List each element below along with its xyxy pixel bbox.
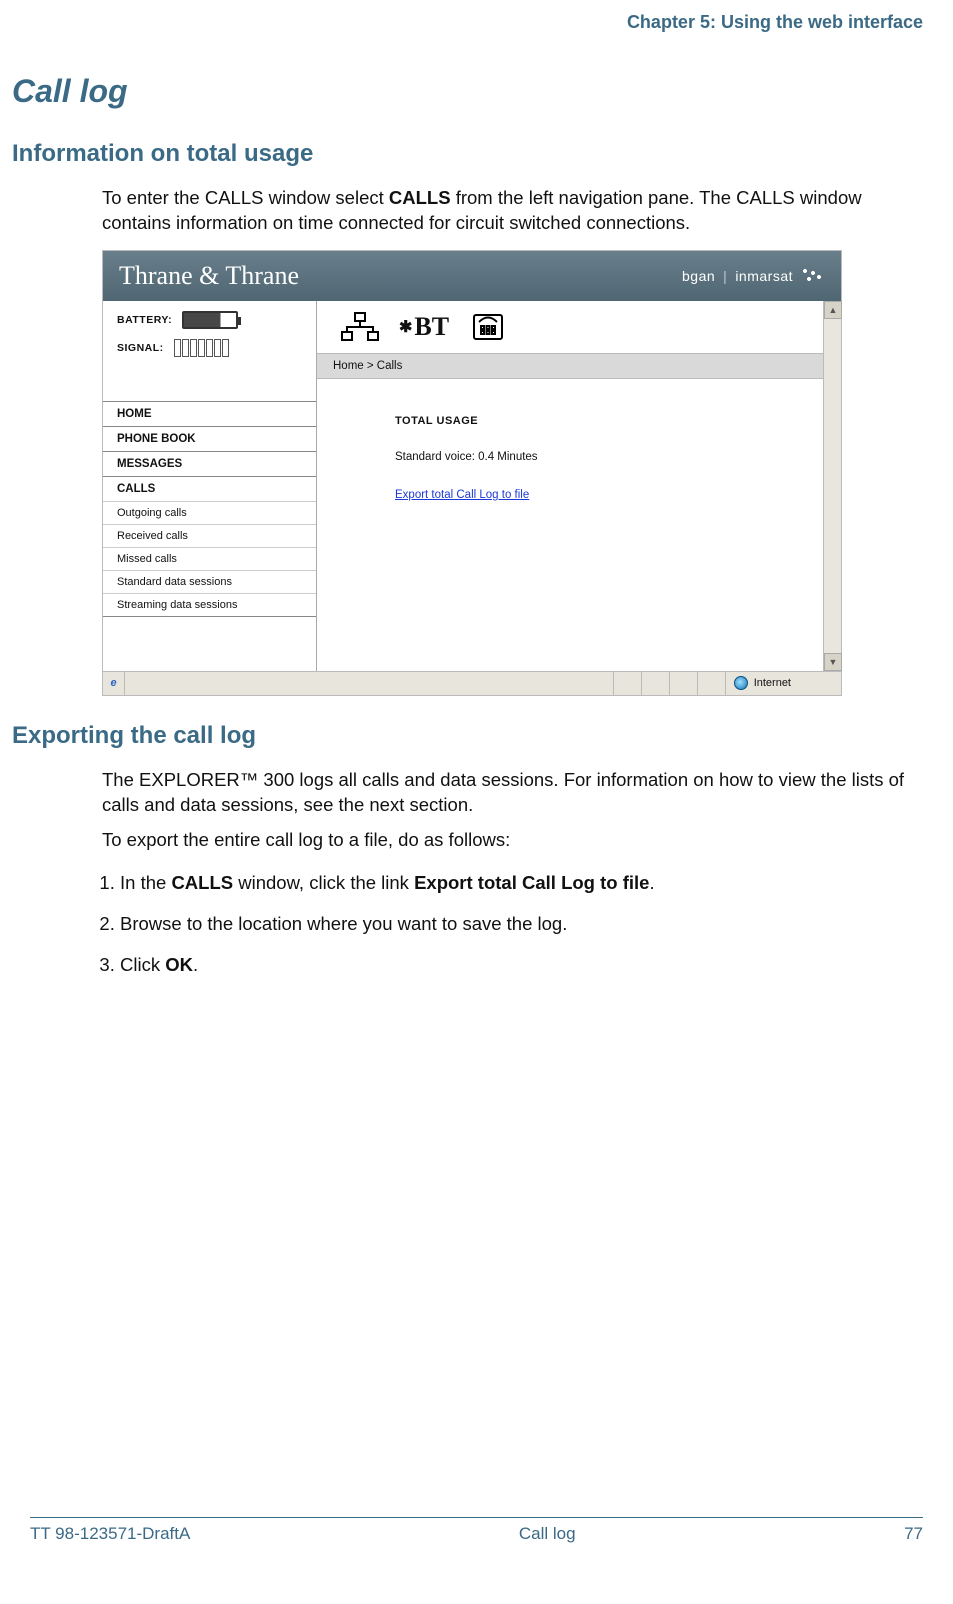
step-1: In the CALLS window, click the link Expo…: [120, 863, 923, 904]
nav-sub-std-data[interactable]: Standard data sessions: [103, 570, 316, 593]
inmarsat-icon: [801, 267, 825, 285]
brand-right-b: inmarsat: [735, 268, 793, 284]
intro-paragraph: To enter the CALLS window select CALLS f…: [102, 186, 923, 236]
lan-icon[interactable]: [337, 309, 383, 345]
content-area: TOTAL USAGE Standard voice: 0.4 Minutes …: [317, 379, 841, 671]
section-title: Call log: [12, 73, 923, 110]
chapter-header: Chapter 5: Using the web interface: [30, 12, 923, 33]
status-block: BATTERY: SIGNAL:: [103, 301, 316, 367]
browser-statusbar: e Internet: [103, 671, 841, 695]
connection-icons-row: ✱BT: [317, 301, 841, 353]
brand-right-a: bgan: [682, 268, 715, 284]
nav-group: HOME PHONE BOOK MESSAGES CALLS Outgoing …: [103, 401, 316, 617]
sidebar: BATTERY: SIGNAL: HOME PHONE BOOK MESSAGE…: [103, 301, 317, 671]
subsection-2-title: Exporting the call log: [12, 722, 923, 750]
status-cell: [641, 672, 669, 695]
footer-left: TT 98-123571-DraftA: [30, 1524, 190, 1544]
scroll-down-icon[interactable]: ▼: [824, 653, 842, 671]
intro-pre: To enter the CALLS window select: [102, 187, 389, 208]
export-block: The EXPLORER™ 300 logs all calls and dat…: [102, 768, 923, 986]
titlebar: Thrane & Thrane bgan | inmarsat: [103, 251, 841, 301]
battery-icon: [182, 311, 238, 329]
phone-icon[interactable]: [465, 309, 511, 345]
breadcrumb: Home > Calls: [317, 353, 841, 379]
subsection-1-title: Information on total usage: [12, 140, 923, 168]
web-ui-screenshot: Thrane & Thrane bgan | inmarsat BATTERY:…: [102, 250, 842, 696]
nav-home[interactable]: HOME: [103, 401, 316, 426]
scroll-up-icon[interactable]: ▲: [824, 301, 842, 319]
status-cell: [669, 672, 697, 695]
nav-sub-stream-data[interactable]: Streaming data sessions: [103, 593, 316, 616]
ie-icon: e: [103, 672, 125, 695]
usage-row: Standard voice: 0.4 Minutes: [395, 451, 841, 463]
page-footer: TT 98-123571-DraftA Call log 77: [30, 1517, 923, 1544]
content-title: TOTAL USAGE: [395, 415, 841, 427]
footer-center: Call log: [519, 1524, 576, 1544]
bt-icon[interactable]: ✱BT: [401, 309, 447, 345]
steps-list: In the CALLS window, click the link Expo…: [102, 863, 923, 986]
brand-right: bgan | inmarsat: [682, 267, 825, 285]
nav-sub-missed[interactable]: Missed calls: [103, 547, 316, 570]
export-link[interactable]: Export total Call Log to file: [395, 489, 529, 501]
intro-paragraph-block: To enter the CALLS window select CALLS f…: [102, 186, 923, 236]
nav-phonebook[interactable]: PHONE BOOK: [103, 426, 316, 451]
battery-row: BATTERY:: [117, 311, 302, 329]
status-cell: [613, 672, 641, 695]
para-2: The EXPLORER™ 300 logs all calls and dat…: [102, 768, 923, 818]
intro-bold: CALLS: [389, 187, 451, 208]
manual-page: Chapter 5: Using the web interface Call …: [0, 0, 953, 1560]
signal-label: SIGNAL:: [117, 342, 164, 354]
nav-sub-outgoing[interactable]: Outgoing calls: [103, 501, 316, 524]
para-3: To export the entire call log to a file,…: [102, 828, 923, 853]
footer-right: 77: [904, 1524, 923, 1544]
battery-label: BATTERY:: [117, 314, 172, 326]
nav-messages[interactable]: MESSAGES: [103, 451, 316, 476]
scrollbar[interactable]: ▲ ▼: [823, 301, 841, 671]
signal-icon: [174, 339, 229, 357]
signal-row: SIGNAL:: [117, 339, 302, 357]
nav-sub-received[interactable]: Received calls: [103, 524, 316, 547]
security-zone: Internet: [725, 672, 841, 695]
globe-icon: [734, 676, 748, 690]
step-2: Browse to the location where you want to…: [120, 904, 923, 945]
main-pane: ✱BT Home > Calls TOTAL USAGE Standa: [317, 301, 841, 671]
nav-calls[interactable]: CALLS: [103, 476, 316, 501]
zone-label: Internet: [754, 677, 791, 689]
brand-name: Thrane & Thrane: [119, 261, 299, 291]
status-cell: [697, 672, 725, 695]
step-3: Click OK.: [120, 945, 923, 986]
